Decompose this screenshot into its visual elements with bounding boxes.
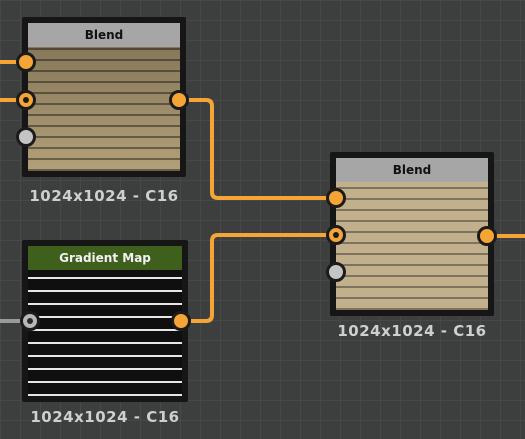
blend-right-input-port-2[interactable]: [326, 225, 346, 245]
blend-right-output-port[interactable]: [477, 226, 497, 246]
gradient-map-output-port[interactable]: [171, 311, 191, 331]
gradient-map-node-preview: [28, 270, 182, 396]
blend-right-input-port-3[interactable]: [326, 262, 346, 282]
blend-node-right-title: Blend: [336, 158, 488, 182]
blend-top-input-port-3[interactable]: [16, 127, 36, 147]
blend-node-right[interactable]: Blend: [330, 152, 494, 316]
wire-gradient-to-blend-right: [182, 233, 336, 323]
blend-node-right-preview: [336, 182, 488, 310]
blend-node-top[interactable]: Blend: [22, 17, 186, 177]
blend-node-top-title: Blend: [28, 23, 180, 47]
blend-top-output-port[interactable]: [169, 90, 189, 110]
blend-top-resolution-label: 1024x1024 - C16: [29, 187, 179, 205]
blend-right-resolution-label: 1024x1024 - C16: [337, 322, 487, 340]
wire-blend-top-to-blend-right: [180, 98, 336, 200]
gradient-map-node-title: Gradient Map: [28, 246, 182, 270]
blend-top-input-port-2[interactable]: [16, 90, 36, 110]
gradient-map-resolution-label: 1024x1024 - C16: [30, 408, 180, 426]
gradient-map-input-port[interactable]: [20, 311, 40, 331]
blend-top-input-port-1[interactable]: [16, 52, 36, 72]
gradient-map-node[interactable]: Gradient Map: [22, 240, 188, 402]
blend-node-top-preview: [28, 47, 180, 171]
blend-right-input-port-1[interactable]: [326, 188, 346, 208]
